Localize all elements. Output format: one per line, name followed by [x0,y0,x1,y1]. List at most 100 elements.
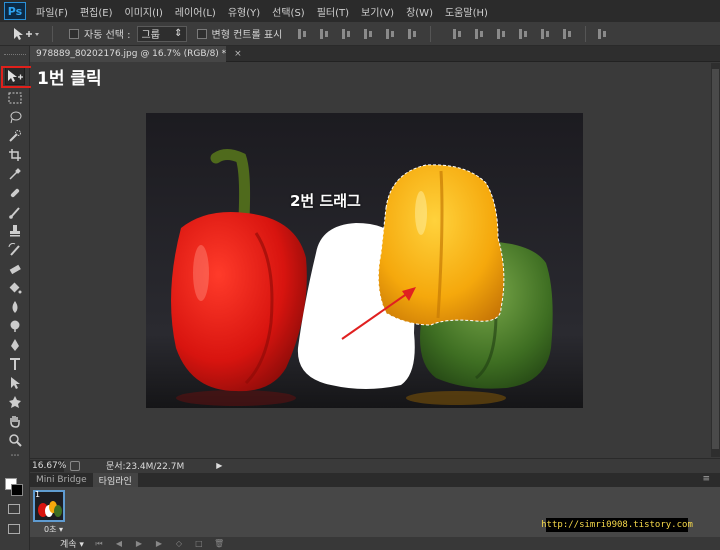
step2-annotation: 2번 드래그 [290,192,361,210]
marquee-icon [8,92,22,104]
crop-tool-button[interactable] [5,146,25,164]
prev-frame-icon[interactable]: ◀ [114,539,124,548]
pen-tool-button[interactable] [5,336,25,354]
align-right-icon[interactable] [405,27,421,41]
align-vcenter-icon[interactable] [317,27,333,41]
photoshop-logo: Ps [4,2,26,20]
menu-edit[interactable]: 편집(E) [74,4,119,19]
next-frame-icon[interactable]: ▶ [154,539,164,548]
tool-preset-picker[interactable] [12,25,46,43]
menu-image[interactable]: 이미지(I) [119,4,169,19]
show-transform-label: 변형 컨트롤 표시 [211,30,283,41]
step1-annotation: 1번 클릭 [37,69,102,89]
quick-select-tool-button[interactable] [5,127,25,145]
brush-tool-button[interactable] [5,203,25,221]
bucket-icon [9,282,22,294]
scrollbar-thumb[interactable] [712,69,719,449]
align-bottom-icon[interactable] [339,27,355,41]
status-menu-arrow-icon[interactable]: ▶ [216,461,224,471]
align-left-icon[interactable] [361,27,377,41]
show-transform-checkbox[interactable] [196,28,207,39]
auto-select-checkbox[interactable] [69,28,79,39]
align-top-icon[interactable] [295,27,311,41]
document-image[interactable] [146,113,583,408]
menu-filter[interactable]: 필터(T) [311,4,355,19]
screen-mode-icon[interactable] [8,524,20,534]
first-frame-icon[interactable]: ⏮ [94,539,104,549]
proof-icon[interactable] [70,460,80,471]
zoom-tool-button[interactable] [5,431,25,449]
auto-select-dropdown[interactable]: 그룹 ⇕ [136,25,187,42]
options-separator [52,25,53,42]
marquee-tool-button[interactable] [5,89,25,107]
path-select-tool-button[interactable] [5,374,25,392]
eyedropper-tool-button[interactable] [5,165,25,183]
history-brush-icon [8,243,20,256]
vertical-scrollbar[interactable] [711,63,720,457]
healing-tool-button[interactable] [5,184,25,202]
tab-timeline[interactable]: 타임라인 [92,473,138,487]
tween-icon[interactable]: ◇ [174,539,184,548]
type-icon [10,358,20,370]
document-tab[interactable]: 978889_80202176.jpg @ 16.7% (RGB/8) * × [30,46,242,62]
loop-value: 계속 [60,540,77,550]
distribute-hcenter-icon[interactable] [538,27,554,41]
type-tool-button[interactable] [5,355,25,373]
play-icon[interactable]: ▶ [134,539,144,548]
timeline-footer: 계속 ▾ ⏮ ◀ ▶ ▶ ◇ □ 🗑 [30,537,720,550]
distribute-bottom-icon[interactable] [494,27,510,41]
options-bar: 자동 선택 : 그룹 ⇕ 변형 컨트롤 표시 [0,22,720,46]
delete-frame-icon[interactable]: 🗑 [214,539,224,548]
menu-type[interactable]: 유형(Y) [222,4,266,19]
toolbox-grip[interactable] [4,54,26,57]
blur-icon [12,301,18,313]
background-color-swatch[interactable] [11,484,23,496]
history-brush-tool-button[interactable] [5,241,25,259]
new-frame-icon[interactable]: □ [194,539,204,548]
loop-dropdown[interactable]: 계속 ▾ [60,537,84,550]
hand-tool-button[interactable] [5,412,25,430]
align-hcenter-icon[interactable] [383,27,399,41]
auto-align-icon[interactable] [595,27,611,41]
path-select-icon [11,377,20,389]
distribute-left-icon[interactable] [516,27,532,41]
menu-layer[interactable]: 레이어(L) [169,4,222,19]
document-size: 문서:23.4M/22.7M [106,462,185,472]
lasso-tool-button[interactable] [5,108,25,126]
menu-bar: Ps 파일(F) 편집(E) 이미지(I) 레이어(L) 유형(Y) 선택(S)… [0,0,720,22]
stamp-tool-button[interactable] [5,222,25,240]
menu-select[interactable]: 선택(S) [266,4,311,19]
eraser-tool-button[interactable] [5,260,25,278]
eyedropper-icon [9,168,21,180]
eraser-icon [9,264,21,275]
frame-delay-value: 0초 [44,525,57,534]
menu-window[interactable]: 창(W) [400,4,439,19]
blur-tool-button[interactable] [5,298,25,316]
frame-delay[interactable]: 0초 ▾ [44,524,63,535]
brush-icon [9,207,20,219]
menu-help[interactable]: 도움말(H) [439,4,494,19]
bottom-panel-tabs: Mini Bridge 타임라인 ≡ [30,473,720,487]
more-tools-button[interactable]: ⋯ [5,450,25,462]
pen-icon [11,339,19,351]
stamp-icon [10,225,20,237]
menu-file[interactable]: 파일(F) [30,4,74,19]
distribute-vcenter-icon[interactable] [472,27,488,41]
frame-number: 1 [35,490,41,499]
blog-watermark: http://simri0908.tistory.com [541,518,693,532]
shape-tool-button[interactable] [5,393,25,411]
zoom-level-field[interactable]: 16.67% [30,459,66,472]
bucket-tool-button[interactable] [5,279,25,297]
quick-mask-icon[interactable] [8,504,20,514]
distribute-right-icon[interactable] [560,27,576,41]
menu-view[interactable]: 보기(V) [355,4,400,19]
close-icon[interactable]: × [234,49,242,59]
distribute-top-icon[interactable] [450,27,466,41]
panel-menu-icon[interactable]: ≡ [702,474,710,484]
tab-mini-bridge[interactable]: Mini Bridge [30,473,93,487]
crop-icon [9,149,21,161]
dodge-tool-button[interactable] [5,317,25,335]
move-tool-icon [14,27,39,40]
document-tab-bar: 978889_80202176.jpg @ 16.7% (RGB/8) * × [30,46,720,62]
distribute-buttons [447,27,579,41]
